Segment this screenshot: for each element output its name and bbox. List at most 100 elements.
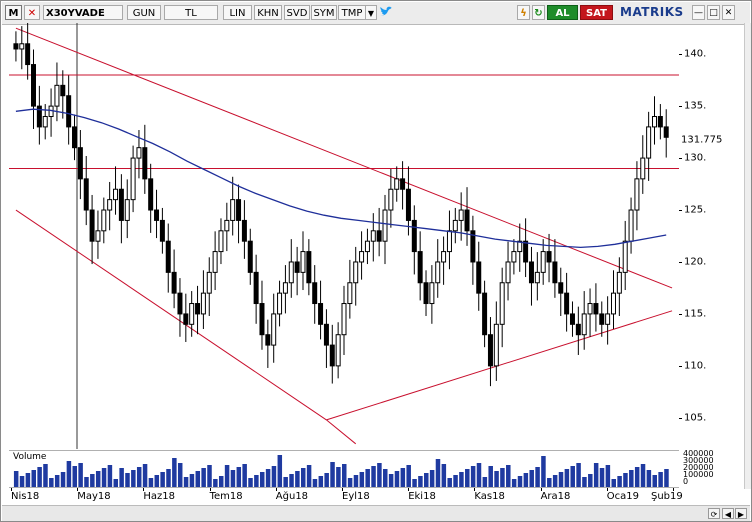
volume-bar <box>388 474 394 487</box>
sym-button[interactable]: SYM <box>311 5 337 20</box>
close-symbol-icon[interactable]: ✕ <box>24 5 40 20</box>
volume-bar <box>283 477 288 487</box>
chevron-down-icon[interactable]: ▼ <box>365 5 377 20</box>
volume-bar <box>172 458 177 487</box>
y-tick-label: 140. <box>684 48 707 60</box>
candle-body <box>277 292 283 315</box>
candle-body <box>335 334 341 367</box>
refresh-icon[interactable]: ↻ <box>532 5 545 20</box>
candle-body <box>183 313 189 325</box>
candle-body <box>400 178 406 190</box>
volume-bar <box>658 472 663 487</box>
volume-bar <box>342 464 347 487</box>
twitter-icon[interactable] <box>379 5 393 20</box>
volume-bar <box>482 477 488 487</box>
candle-body <box>364 240 370 253</box>
candle-body <box>189 303 195 325</box>
volume-bar <box>371 466 376 487</box>
volume-bar <box>582 477 587 487</box>
volume-bar <box>66 461 72 487</box>
candle-body <box>482 292 488 336</box>
sync-icon[interactable]: ⟳ <box>708 508 720 519</box>
volume-bar <box>593 463 599 487</box>
period-button[interactable]: GUN <box>127 5 161 20</box>
volume-bar <box>25 473 31 487</box>
volume-bar <box>78 463 83 487</box>
svd-button[interactable]: SVD <box>284 5 310 20</box>
symbol-field[interactable]: X30YVADE <box>43 5 123 20</box>
volume-bar <box>529 470 534 487</box>
volume-bar <box>312 479 318 487</box>
lin-button[interactable]: LIN <box>223 5 252 20</box>
x-tick <box>275 488 277 491</box>
candle-body <box>657 116 663 128</box>
volume-bar <box>634 467 640 487</box>
volume-bar <box>37 467 42 487</box>
matriks-menu-button[interactable]: M <box>5 5 22 20</box>
bolt-icon[interactable]: ϟ <box>517 5 530 20</box>
candle-body <box>318 303 324 325</box>
volume-bar <box>558 472 564 487</box>
x-tick-label: Tem18 <box>209 491 243 502</box>
volume-bar <box>119 468 124 487</box>
volume-bar <box>177 463 183 487</box>
trendline-2 <box>326 310 673 421</box>
candle-body <box>347 282 353 305</box>
candle-body <box>353 261 359 284</box>
candle-body <box>341 303 347 336</box>
close-icon[interactable]: ✕ <box>722 5 735 20</box>
candle-body <box>476 261 482 294</box>
candle-body <box>31 64 37 107</box>
candle-body <box>54 84 60 107</box>
x-tick <box>77 488 79 491</box>
volume-bar <box>523 473 529 487</box>
chevron-right-icon[interactable]: ▶ <box>735 508 747 519</box>
volume-bar <box>166 469 171 487</box>
chevron-left-icon[interactable]: ◀ <box>722 508 734 519</box>
maximize-icon[interactable]: □ <box>707 5 720 20</box>
buy-button[interactable]: AL <box>547 5 578 20</box>
candle-body <box>230 199 236 221</box>
volume-bar <box>535 467 540 487</box>
candle-body <box>195 303 201 315</box>
price-plot[interactable] <box>9 23 679 449</box>
tmp-button[interactable]: TMP <box>338 5 366 20</box>
volume-bars <box>13 455 669 487</box>
y-tick <box>679 417 682 419</box>
volume-bar <box>49 478 54 487</box>
volume-bar <box>383 469 388 487</box>
candle-body <box>77 147 83 180</box>
candle-body <box>452 219 458 232</box>
volume-bar <box>377 463 382 487</box>
candle-body <box>540 251 546 273</box>
candle-body <box>394 178 400 190</box>
candle-body <box>107 199 113 211</box>
candle-body <box>165 240 171 273</box>
x-tick <box>143 488 145 491</box>
sell-button[interactable]: SAT <box>580 5 613 20</box>
candle-body <box>569 313 575 325</box>
vertical-scrollbar[interactable] <box>744 23 751 489</box>
volume-bar <box>95 471 101 487</box>
candle-body <box>552 261 558 284</box>
x-tick-label: May18 <box>77 491 111 502</box>
y-tick <box>679 313 682 315</box>
volume-bar <box>131 470 136 487</box>
candle-body <box>177 292 183 315</box>
x-tick <box>474 488 476 491</box>
candle-body <box>429 282 435 305</box>
x-tick-label: Haz18 <box>143 491 176 502</box>
candle-body <box>66 95 72 128</box>
y-tick-label: 125. <box>684 204 707 216</box>
candle-body <box>101 209 107 232</box>
minimize-icon[interactable]: — <box>692 5 705 20</box>
candle-body <box>124 199 130 221</box>
volume-bar <box>365 469 370 487</box>
khn-button[interactable]: KHN <box>254 5 282 20</box>
volume-bar <box>500 468 505 487</box>
currency-button[interactable]: TL <box>164 5 218 20</box>
x-tick <box>540 488 542 491</box>
x-tick-label: Ağu18 <box>275 491 309 502</box>
candle-body <box>370 230 376 242</box>
status-bar: ⟳ ◀ ▶ <box>2 505 750 521</box>
